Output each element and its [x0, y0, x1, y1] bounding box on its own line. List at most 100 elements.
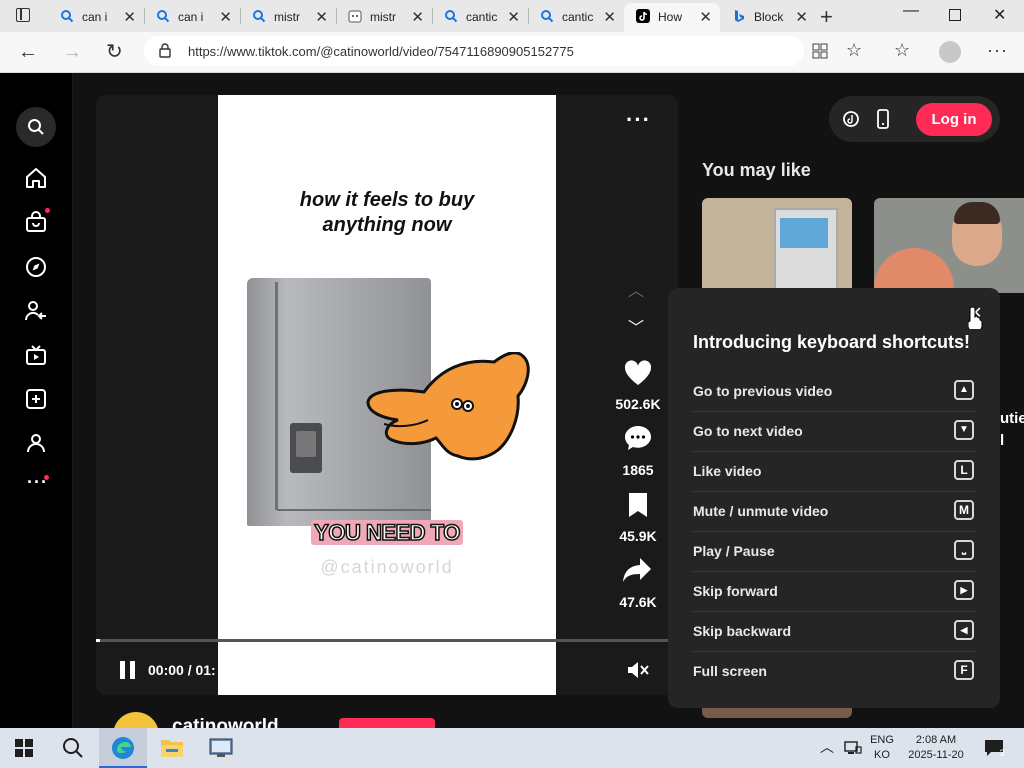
- shortcut-label: Skip forward: [693, 583, 778, 599]
- profile-avatar[interactable]: [939, 41, 961, 63]
- shortcut-row: Skip backward ◀: [693, 611, 975, 652]
- progress-bar-track[interactable]: [96, 639, 668, 642]
- hand-cursor-icon: [968, 306, 983, 329]
- shortcut-row: Go to previous video ▲: [693, 371, 975, 412]
- mute-icon[interactable]: [626, 660, 650, 680]
- pause-button[interactable]: [120, 661, 136, 679]
- coins-icon[interactable]: [842, 110, 860, 128]
- comment-count: 1865: [622, 462, 654, 478]
- tab-bing[interactable]: Block ✕: [720, 3, 816, 31]
- tab-label: mistr: [274, 10, 300, 24]
- add-favorite-icon[interactable]: ☆: [846, 40, 862, 61]
- save-count: 45.9K: [619, 528, 657, 544]
- clock[interactable]: 2:08 AM 2025-11-20: [900, 733, 972, 763]
- apps-icon[interactable]: [812, 43, 828, 59]
- fridge-handle: [275, 282, 278, 510]
- show-hidden-icons[interactable]: ︿: [820, 737, 834, 757]
- profile-icon[interactable]: [24, 431, 48, 455]
- more-options-icon[interactable]: ···: [987, 40, 1008, 61]
- close-icon[interactable]: ✕: [507, 8, 520, 26]
- notification-badge: 3: [999, 748, 1005, 758]
- favorites-icon[interactable]: ☆: [894, 40, 910, 61]
- shortcuts-title: Introducing keyboard shortcuts!: [693, 332, 971, 352]
- search-icon[interactable]: [62, 737, 84, 759]
- explore-icon[interactable]: [24, 255, 48, 279]
- shortcut-label: Skip backward: [693, 623, 792, 639]
- file-explorer-icon[interactable]: [160, 737, 184, 759]
- search-icon: [28, 119, 44, 135]
- heart-icon[interactable]: [624, 360, 652, 386]
- tab-search-1[interactable]: can i ✕: [48, 3, 144, 31]
- close-icon[interactable]: ✕: [219, 8, 232, 26]
- home-icon[interactable]: [24, 166, 48, 190]
- shortcut-row: Like video L: [693, 451, 975, 492]
- upload-icon[interactable]: [24, 387, 48, 411]
- login-button[interactable]: Log in: [916, 103, 992, 136]
- l-key-icon: L: [954, 460, 974, 480]
- next-video-button[interactable]: ﹀: [628, 314, 644, 338]
- tab-tiktok-active[interactable]: How ✕: [624, 3, 720, 32]
- mobile-icon[interactable]: [876, 109, 890, 129]
- search-icon: [541, 10, 554, 23]
- video-options-icon[interactable]: ···: [626, 107, 651, 133]
- tab-label: cantic: [562, 10, 594, 24]
- back-button[interactable]: ←: [18, 41, 38, 64]
- caption-line: how it feels to buy: [299, 189, 475, 211]
- f-key-icon: F: [954, 660, 974, 680]
- windows-start-icon[interactable]: [15, 739, 33, 757]
- bookmark-icon[interactable]: [627, 492, 649, 518]
- recommend-title: You may like: [702, 160, 811, 180]
- shortcut-label: Full screen: [693, 663, 767, 679]
- progress-bar-fill: [96, 639, 100, 642]
- lock-icon: [159, 43, 171, 58]
- recommend-thumbnail-2[interactable]: [874, 198, 1024, 293]
- forward-button[interactable]: →: [62, 41, 82, 64]
- close-icon[interactable]: ✕: [315, 8, 328, 26]
- refresh-button[interactable]: ↻: [106, 39, 123, 64]
- close-icon[interactable]: ✕: [123, 8, 136, 26]
- tab-label: can i: [178, 10, 204, 24]
- arrow-up-key-icon: ▲: [954, 380, 974, 400]
- close-icon[interactable]: ✕: [795, 8, 808, 26]
- login-label: Log in: [931, 111, 977, 128]
- tab-cat-page[interactable]: mistr ✕: [336, 3, 432, 31]
- tab-search-3[interactable]: mistr ✕: [240, 3, 336, 31]
- recommend-thumbnail-1[interactable]: [702, 198, 852, 293]
- live-icon[interactable]: [24, 343, 48, 367]
- search-button[interactable]: [16, 107, 56, 147]
- network-icon[interactable]: [844, 740, 862, 756]
- close-icon[interactable]: ✕: [699, 8, 712, 26]
- shortcut-label: Go to next video: [693, 423, 803, 439]
- share-count: 47.6K: [619, 594, 657, 610]
- tab-search-4[interactable]: cantic ✕: [432, 3, 528, 31]
- shortcut-row: Go to next video ▼: [693, 411, 975, 452]
- new-tab-button[interactable]: +: [820, 4, 833, 30]
- shortcut-row: Play / Pause ⎵: [693, 531, 975, 572]
- close-icon[interactable]: ✕: [411, 8, 424, 26]
- cat-icon: [348, 10, 362, 23]
- following-icon[interactable]: [24, 299, 48, 323]
- restore-button[interactable]: [949, 9, 961, 21]
- previous-video-button[interactable]: ︿: [628, 277, 644, 301]
- url-text: https://www.tiktok.com/@catinoworld/vide…: [188, 44, 574, 59]
- minimize-button[interactable]: —: [903, 2, 919, 20]
- tab-search-2[interactable]: can i ✕: [144, 3, 240, 31]
- shortcut-label: Play / Pause: [693, 543, 775, 559]
- language-indicator[interactable]: ENG KO: [870, 733, 894, 763]
- shortcut-label: Go to previous video: [693, 383, 833, 399]
- tab-actions-icon[interactable]: [16, 8, 30, 22]
- close-icon[interactable]: ✕: [603, 8, 616, 26]
- edge-taskbar-button[interactable]: [99, 728, 147, 768]
- caption-line: anything now: [322, 214, 452, 236]
- close-window-button[interactable]: ✕: [993, 5, 1006, 25]
- share-icon[interactable]: [622, 557, 652, 583]
- subtitle-text: YOU NEED TO: [311, 519, 463, 546]
- video-watermark: @catinoworld: [320, 557, 454, 577]
- network-settings-icon[interactable]: [208, 736, 234, 760]
- comment-icon[interactable]: [624, 424, 652, 452]
- search-icon: [253, 10, 266, 23]
- tab-search-5[interactable]: cantic ✕: [528, 3, 624, 31]
- shop-icon[interactable]: [24, 210, 48, 234]
- shortcut-label: Like video: [693, 463, 762, 479]
- tiktok-icon: [636, 9, 650, 23]
